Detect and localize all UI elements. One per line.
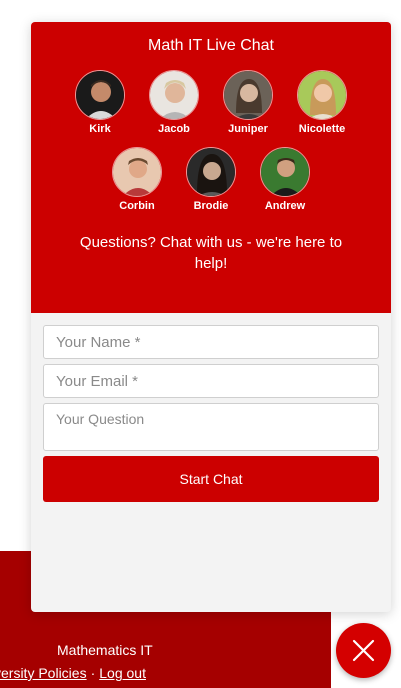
agent-kirk: Kirk xyxy=(60,70,140,135)
agent-jacob: Jacob xyxy=(134,70,214,135)
footer-department: Mathematics IT xyxy=(57,642,153,658)
chat-form: Start Chat xyxy=(43,325,379,502)
agent-brodie: Brodie xyxy=(171,147,251,212)
avatar-nicolette-icon xyxy=(297,70,347,120)
chat-tagline: Questions? Chat with us - we're here to … xyxy=(79,234,343,272)
avatar-brodie-icon xyxy=(186,147,236,197)
live-chat-widget: Math IT Live Chat Kirk Jacob Juniper Nic… xyxy=(31,22,391,612)
name-input[interactable] xyxy=(43,325,379,359)
agent-name: Corbin xyxy=(119,200,155,212)
email-input[interactable] xyxy=(43,364,379,398)
agent-name: Brodie xyxy=(193,200,229,212)
agent-name: Andrew xyxy=(264,200,306,212)
avatar-andrew-icon xyxy=(260,147,310,197)
chat-title: Math IT Live Chat xyxy=(148,37,274,54)
footer-links: versity Policies · Log out xyxy=(0,665,146,681)
agent-corbin: Corbin xyxy=(97,147,177,212)
chat-header: Math IT Live Chat Kirk Jacob Juniper Nic… xyxy=(31,22,391,313)
start-chat-button[interactable]: Start Chat xyxy=(43,456,379,502)
logout-link[interactable]: Log out xyxy=(99,665,146,681)
agent-name: Jacob xyxy=(158,123,190,135)
close-chat-button[interactable] xyxy=(336,623,391,678)
university-policies-link[interactable]: versity Policies xyxy=(0,665,87,681)
agent-nicolette: Nicolette xyxy=(282,70,362,135)
agent-name: Juniper xyxy=(228,123,268,135)
close-icon xyxy=(352,639,375,662)
agent-andrew: Andrew xyxy=(245,147,325,212)
avatar-jacob-icon xyxy=(149,70,199,120)
avatar-corbin-icon xyxy=(112,147,162,197)
avatar-juniper-icon xyxy=(223,70,273,120)
question-textarea[interactable] xyxy=(43,403,379,451)
agent-juniper: Juniper xyxy=(208,70,288,135)
footer-separator: · xyxy=(90,665,96,681)
agent-name: Kirk xyxy=(89,123,111,135)
avatar-kirk-icon xyxy=(75,70,125,120)
agent-name: Nicolette xyxy=(298,123,346,135)
